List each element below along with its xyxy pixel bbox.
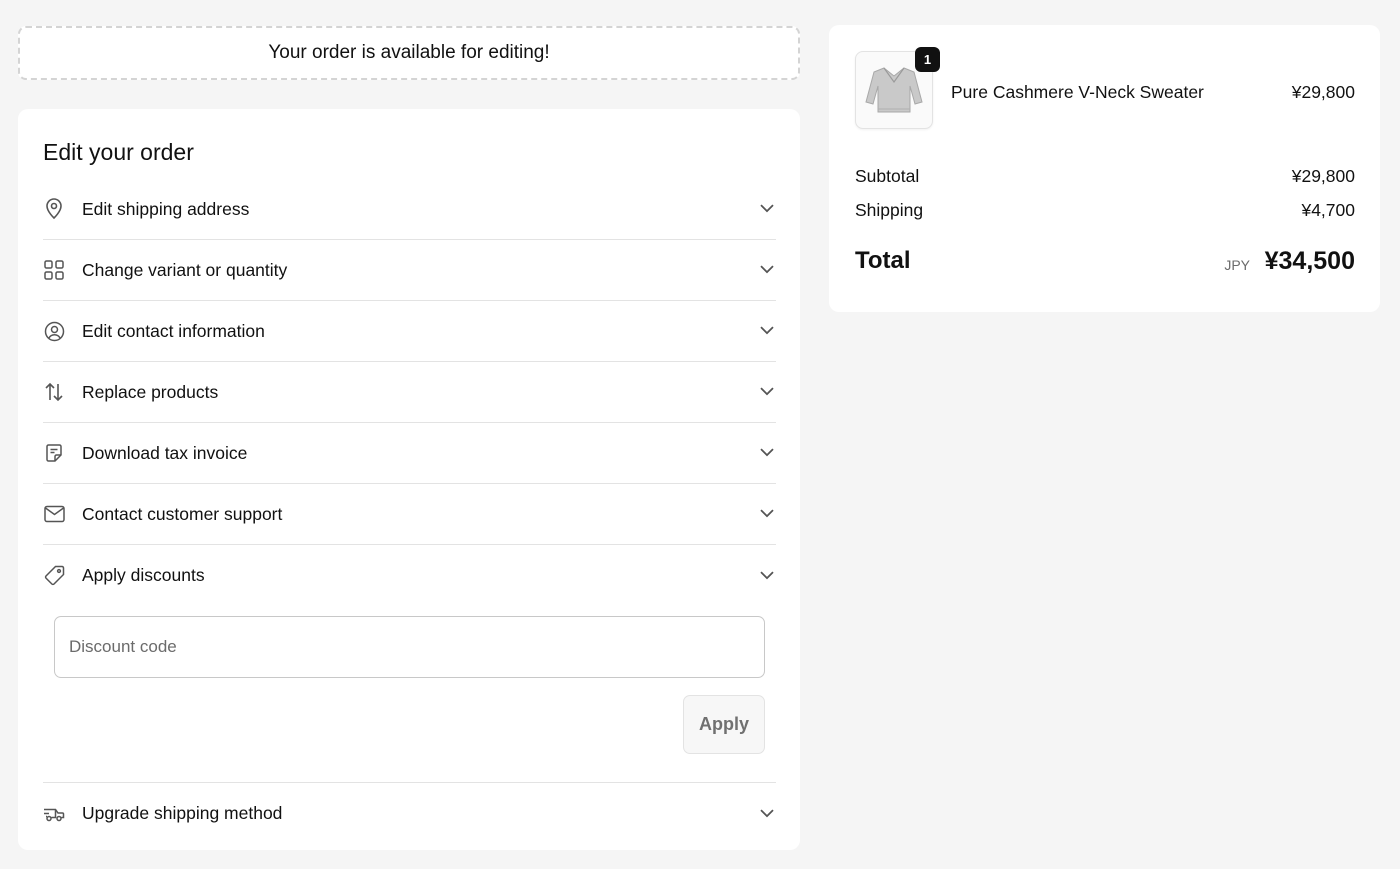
truck-icon: [43, 803, 65, 825]
row-change-variant[interactable]: Change variant or quantity: [43, 240, 776, 301]
row-upgrade-shipping-method[interactable]: Upgrade shipping method: [43, 783, 776, 844]
product-name: Pure Cashmere V-Neck Sweater: [951, 82, 1204, 102]
row-download-tax-invoice[interactable]: Download tax invoice: [43, 423, 776, 484]
total-label: Total: [855, 247, 911, 274]
chevron-down-icon[interactable]: [758, 566, 776, 584]
discount-code-input[interactable]: [54, 616, 765, 678]
quantity-badge: 1: [915, 47, 940, 72]
order-summary-card: 1 Pure Cashmere V-Neck Sweater ¥29,800 S…: [829, 25, 1380, 312]
row-label: Contact customer support: [82, 503, 283, 524]
chevron-down-icon[interactable]: [758, 321, 776, 339]
edit-order-card: Edit your order Edit shipping address Ch…: [18, 109, 800, 850]
row-label: Edit contact information: [82, 320, 265, 341]
row-replace-products[interactable]: Replace products: [43, 362, 776, 423]
receipt-icon: [43, 442, 65, 464]
chevron-down-icon[interactable]: [758, 804, 776, 822]
chevron-down-icon[interactable]: [758, 199, 776, 217]
edit-available-banner: Your order is available for editing!: [18, 26, 800, 80]
edit-options-list: Edit shipping address Change variant or …: [43, 179, 776, 844]
row-label: Replace products: [82, 381, 219, 402]
chevron-down-icon[interactable]: [758, 504, 776, 522]
shipping-value: ¥4,700: [1301, 200, 1355, 220]
chevron-down-icon[interactable]: [758, 260, 776, 278]
subtotal-label: Subtotal: [855, 166, 920, 186]
chevron-down-icon[interactable]: [758, 382, 776, 400]
row-label: Edit shipping address: [82, 198, 250, 219]
row-contact-customer-support[interactable]: Contact customer support: [43, 484, 776, 545]
row-label: Upgrade shipping method: [82, 803, 283, 823]
edit-order-title: Edit your order: [43, 139, 194, 165]
product-price: ¥29,800: [1291, 82, 1355, 102]
total-value: ¥34,500: [1264, 247, 1355, 275]
banner-text: Your order is available for editing!: [268, 42, 550, 63]
row-label: Download tax invoice: [82, 442, 248, 463]
row-edit-shipping-address[interactable]: Edit shipping address: [43, 179, 776, 240]
chevron-down-icon[interactable]: [758, 443, 776, 461]
subtotal-value: ¥29,800: [1291, 166, 1355, 186]
apply-discount-button[interactable]: Apply: [683, 695, 765, 754]
row-label: Apply discounts: [82, 565, 205, 585]
discount-panel: Apply: [43, 606, 776, 783]
map-pin-icon: [43, 198, 65, 220]
grid-icon: [43, 259, 65, 281]
row-edit-contact-information[interactable]: Edit contact information: [43, 301, 776, 362]
arrows-up-down-icon: [43, 381, 65, 403]
tag-icon: [43, 565, 65, 587]
shipping-label: Shipping: [855, 200, 924, 220]
user-circle-icon: [43, 320, 65, 342]
row-apply-discounts[interactable]: Apply discounts: [43, 545, 776, 606]
total-currency: JPY: [1224, 257, 1250, 273]
row-label: Change variant or quantity: [82, 259, 288, 280]
envelope-icon: [43, 503, 65, 525]
